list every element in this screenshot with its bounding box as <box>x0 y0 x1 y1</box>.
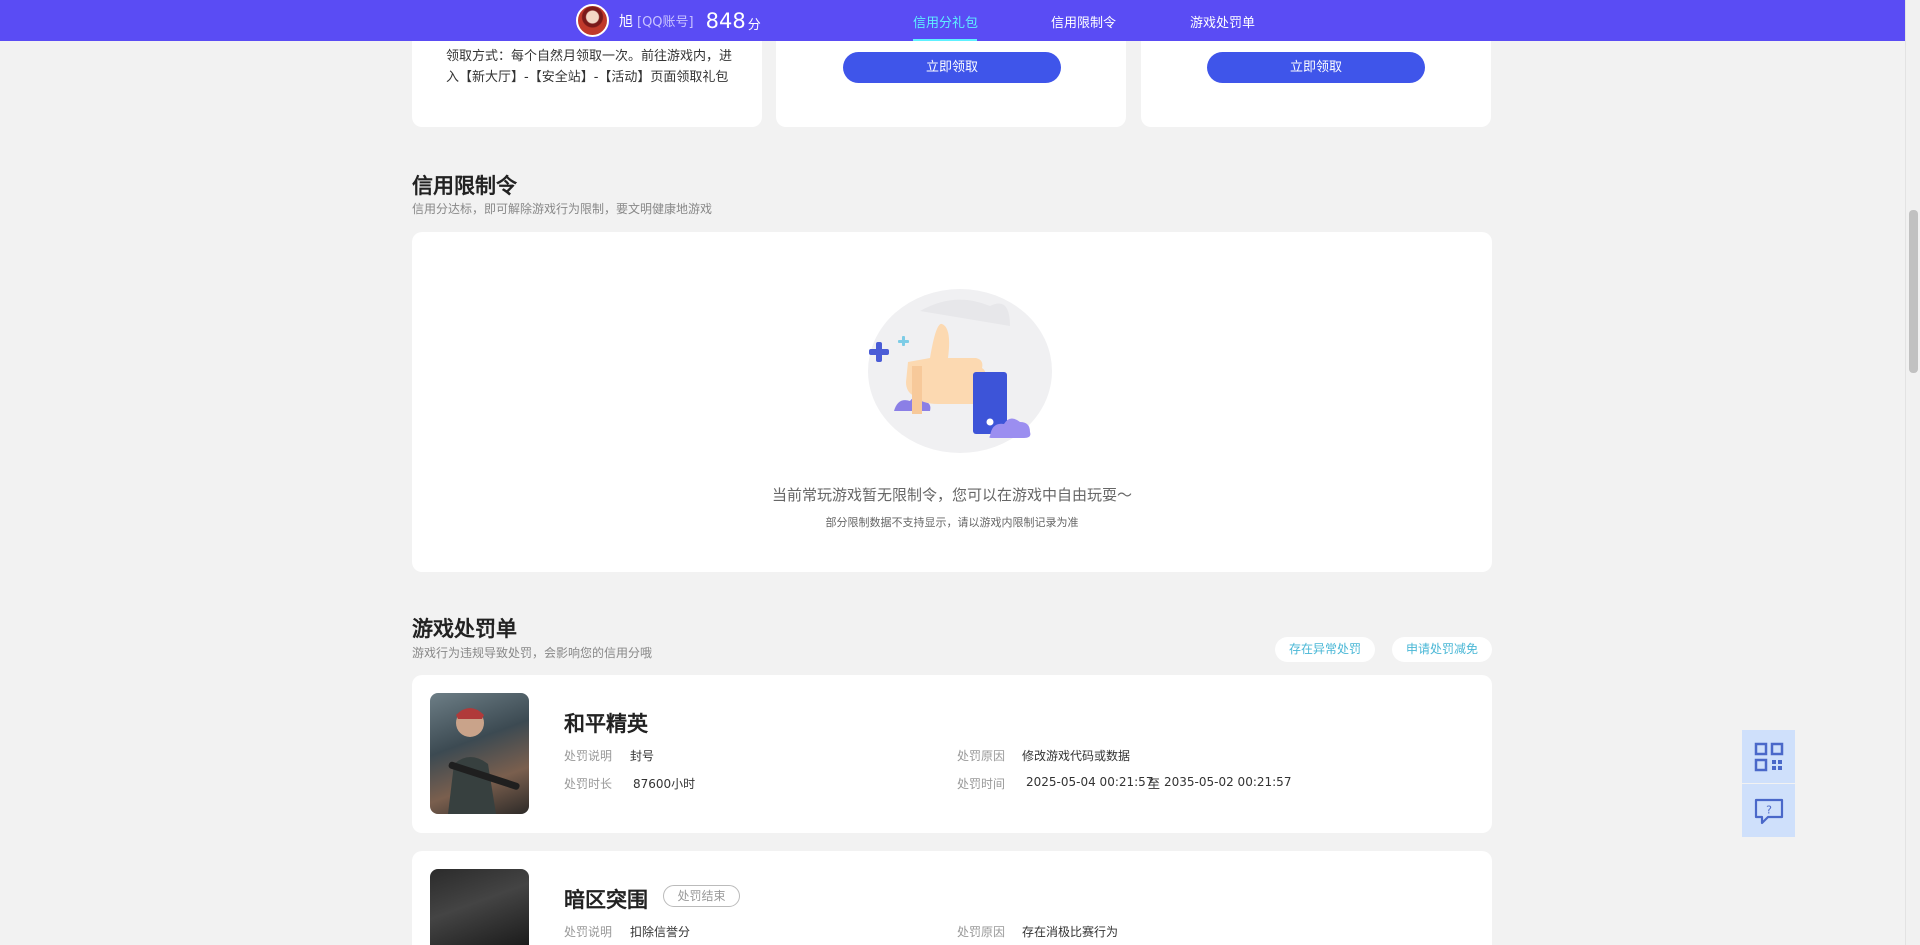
nav-tab-credit-gift[interactable]: 信用分礼包 <box>913 12 978 31</box>
status-badge: 处罚结束 <box>663 885 740 907</box>
penalty-desc-value: 封号 <box>630 749 655 763</box>
nav-tab-game-penalty[interactable]: 游戏处罚单 <box>1190 12 1255 31</box>
user-info: 旭 [QQ账号] 848 分 <box>576 4 761 37</box>
user-name: 旭 <box>619 13 633 30</box>
penalty-title: 游戏处罚单 <box>412 617 517 641</box>
page-scrollbar[interactable] <box>1905 0 1920 945</box>
avatar[interactable] <box>576 4 609 37</box>
account-type: [QQ账号] <box>637 15 694 30</box>
svg-text:?: ? <box>1766 803 1772 816</box>
credit-score: 848 <box>705 8 746 33</box>
restriction-empty-note: 部分限制数据不支持显示，请以游戏内限制记录为准 <box>825 516 1079 529</box>
penalty-reason-label: 处罚原因 <box>957 749 1006 763</box>
qr-code-icon <box>1754 742 1783 771</box>
claim-button-1[interactable]: 立即领取 <box>843 52 1061 83</box>
penalty-subtitle: 游戏行为违规导致处罚，会影响您的信用分哦 <box>412 646 653 660</box>
penalty-duration-label: 处罚时长 <box>564 777 613 791</box>
penalty-desc-value: 扣除信誉分 <box>630 925 691 939</box>
scrollbar-thumb[interactable] <box>1909 210 1918 373</box>
restriction-subtitle: 信用分达标，即可解除游戏行为限制，要文明健康地游戏 <box>412 202 713 216</box>
abnormal-penalty-button[interactable]: 存在异常处罚 <box>1275 637 1375 662</box>
penalty-time-label: 处罚时间 <box>957 777 1006 791</box>
penalty-time-separator: 至 <box>1148 777 1161 791</box>
top-nav-bar: 旭 [QQ账号] 848 分 信用分礼包 信用限制令 游戏处罚单 <box>0 0 1905 41</box>
penalty-desc-label: 处罚说明 <box>564 749 613 763</box>
game-thumbnail <box>430 693 529 814</box>
restriction-title: 信用限制令 <box>412 174 517 198</box>
game-name: 和平精英 <box>564 712 648 736</box>
penalty-reason-value: 修改游戏代码或数据 <box>1022 749 1131 763</box>
restriction-empty-message: 当前常玩游戏暂无限制令，您可以在游戏中自由玩耍～ <box>771 486 1132 504</box>
penalty-desc-label: 处罚说明 <box>564 925 613 939</box>
thumbs-up-illustration <box>868 289 1052 453</box>
game-thumbnail <box>430 869 529 945</box>
game-name: 暗区突围 <box>564 888 648 912</box>
claim-button-2[interactable]: 立即领取 <box>1207 52 1425 83</box>
penalty-time-end: 2035-05-02 00:21:57 <box>1164 775 1292 789</box>
gift-claim-method: 领取方式：每个自然月领取一次。前往游戏内，进入【新大厅】-【安全站】-【活动】页… <box>446 49 733 85</box>
penalty-reason-label: 处罚原因 <box>957 925 1006 939</box>
penalty-reduction-button[interactable]: 申请处罚减免 <box>1392 637 1492 662</box>
help-button[interactable]: ? <box>1742 784 1795 837</box>
nav-tab-credit-restriction[interactable]: 信用限制令 <box>1051 12 1116 31</box>
penalty-reason-value: 存在消极比赛行为 <box>1022 925 1119 939</box>
score-unit: 分 <box>747 17 761 33</box>
penalty-duration-value: 87600小时 <box>633 777 696 791</box>
penalty-time-start: 2025-05-04 00:21:57 <box>1026 775 1154 789</box>
help-chat-icon: ? <box>1754 798 1783 824</box>
qr-code-button[interactable] <box>1742 730 1795 783</box>
